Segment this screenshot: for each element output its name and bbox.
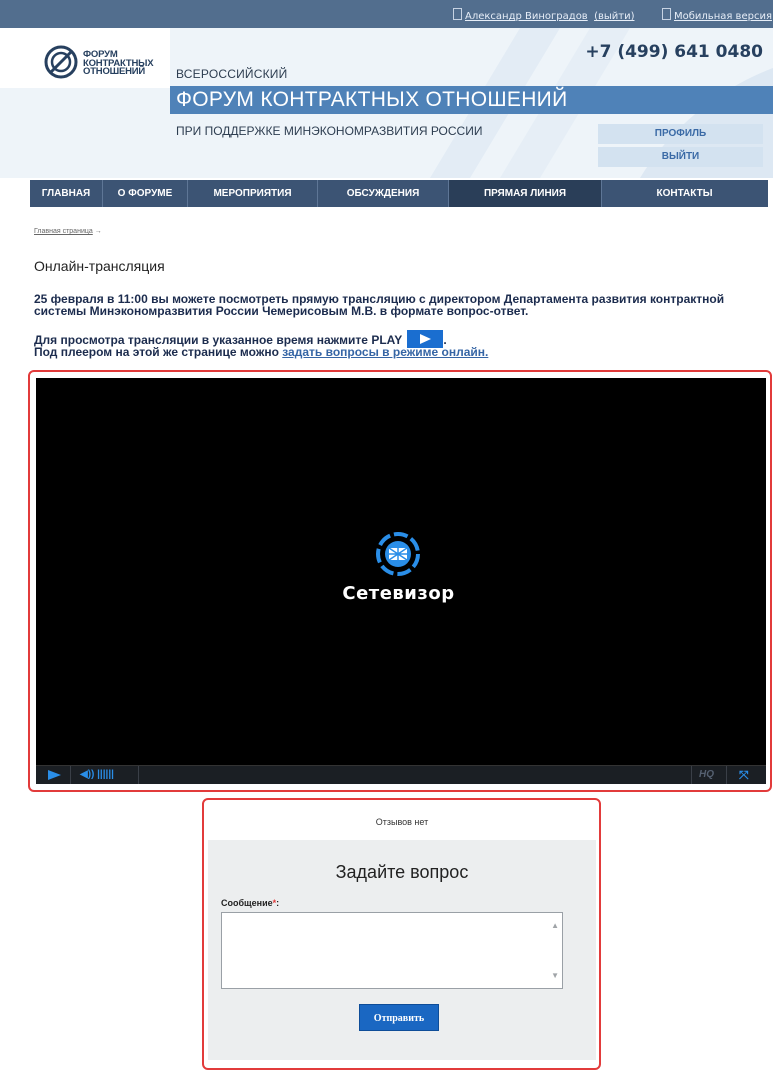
ask-questions-link[interactable]: задать вопросы в режиме онлайн. — [282, 345, 488, 359]
nav-item-events[interactable]: МЕРОПРИЯТИЯ — [188, 180, 317, 207]
controls-divider — [726, 766, 727, 784]
mobile-version-link[interactable]: Мобильная версия — [674, 11, 772, 22]
header-pretitle: ВСЕРОССИЙСКИЙ — [176, 67, 288, 81]
mobile-icon — [662, 8, 671, 20]
forum-logo-icon — [44, 45, 78, 79]
breadcrumb-home-link[interactable]: Главная страница — [34, 228, 93, 235]
textarea-scrollbar[interactable]: ▲ ▼ — [550, 913, 562, 988]
nav-item-home[interactable]: ГЛАВНАЯ — [30, 180, 102, 207]
logo-line-3: ОТНОШЕНИЙ — [83, 66, 146, 77]
nav-item-contacts[interactable]: КОНТАКТЫ — [602, 180, 767, 207]
scroll-up-icon[interactable]: ▲ — [551, 921, 559, 930]
speaker-icon[interactable]: ◀)) |||||| — [80, 769, 114, 780]
player-play-icon[interactable] — [48, 770, 61, 780]
broadcast-announcement: 25 февраля в 11:00 вы можете посмотреть … — [34, 292, 725, 318]
top-bar: Александр Виноградов (выйти) Мобильная в… — [0, 0, 773, 28]
video-player[interactable]: Сетевизор ◀)) |||||| HQ ⤧ — [36, 378, 766, 784]
no-reviews-text: Отзывов нет — [208, 805, 596, 839]
logout-button[interactable]: ВЫЙТИ — [598, 147, 763, 167]
breadcrumb-arrow: → — [94, 228, 102, 235]
controls-divider — [138, 766, 139, 784]
ask-question-form: Задайте вопрос Сообщение*: ▲ ▼ Отправить — [208, 840, 596, 1060]
phone-number: +7 (499) 641 0480 — [585, 42, 763, 62]
controls-divider — [70, 766, 71, 784]
controls-divider — [691, 766, 692, 784]
message-textarea[interactable]: ▲ ▼ — [221, 912, 563, 989]
top-logout-link[interactable]: (выйти) — [594, 11, 634, 22]
logo-text: ФОРУМ КОНТРАКТНЫХ ОТНОШЕНИЙ — [83, 50, 154, 77]
logo[interactable]: ФОРУМ КОНТРАКТНЫХ ОТНОШЕНИЙ — [0, 28, 170, 88]
user-name-link[interactable]: Александр Виноградов — [465, 11, 588, 22]
questions-note-text: Под плеером на этой же странице можно — [34, 345, 283, 359]
breadcrumb: Главная страница → — [34, 228, 102, 235]
header-subtitle: ПРИ ПОДДЕРЖКЕ МИНЭКОНОМРАЗВИТИЯ РОССИИ — [176, 124, 483, 138]
nav-item-about[interactable]: О ФОРУМЕ — [103, 180, 187, 207]
user-icon — [453, 8, 462, 20]
ask-question-title: Задайте вопрос — [335, 862, 469, 882]
message-label-colon: : — [276, 898, 280, 908]
fullscreen-icon[interactable]: ⤧ — [739, 768, 749, 783]
nav-item-direct-line[interactable]: ПРЯМАЯ ЛИНИЯ — [449, 180, 601, 207]
header-title: ФОРУМ КОНТРАКТНЫХ ОТНОШЕНИЙ — [176, 88, 568, 111]
scroll-down-icon[interactable]: ▼ — [551, 971, 559, 980]
player-brand-name: Сетевизор — [342, 583, 455, 604]
main-nav: ГЛАВНАЯ О ФОРУМЕ МЕРОПРИЯТИЯ ОБСУЖДЕНИЯ … — [30, 180, 768, 207]
setevizor-logo-icon — [376, 532, 420, 576]
hq-toggle[interactable]: HQ — [699, 769, 714, 780]
message-label-text: Сообщение — [221, 898, 273, 908]
nav-item-discussions[interactable]: ОБСУЖДЕНИЯ — [318, 180, 448, 207]
player-controls: ◀)) |||||| HQ ⤧ — [36, 765, 766, 784]
submit-button[interactable]: Отправить — [359, 1004, 439, 1031]
message-label: Сообщение*: — [221, 898, 279, 908]
questions-note: Под плеером на этой же странице можно за… — [34, 346, 488, 358]
site-header: ФОРУМ КОНТРАКТНЫХ ОТНОШЕНИЙ +7 (499) 641… — [0, 28, 773, 178]
profile-button[interactable]: ПРОФИЛЬ — [598, 124, 763, 144]
user-info: Александр Виноградов (выйти) — [453, 8, 634, 22]
page-title: Онлайн-трансляция — [34, 258, 165, 274]
mobile-version: Мобильная версия — [662, 8, 772, 22]
